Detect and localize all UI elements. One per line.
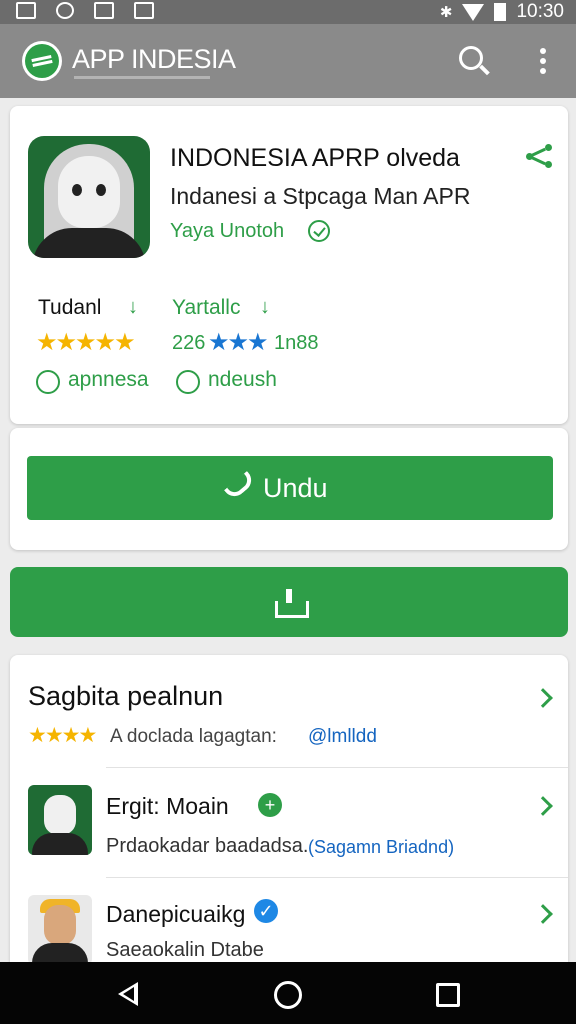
app-title: INDONESIA APRP olveda	[170, 144, 460, 172]
app-thumbnail	[28, 895, 92, 965]
app-bar-title: APP INDESIA	[72, 44, 236, 74]
stat-label: Yartallc	[172, 296, 241, 319]
share-icon[interactable]	[526, 144, 554, 168]
chevron-right-icon[interactable]	[533, 904, 553, 924]
section-title: Sagbita pealnun	[28, 681, 224, 711]
app-subtitle: Indanesi a Stpcaga Man APR	[170, 183, 471, 209]
sync-icon	[56, 2, 74, 19]
install-button[interactable]: Undu	[27, 456, 553, 520]
verified-badge-icon: ✓	[254, 899, 278, 923]
arrow-down-icon: ↓	[128, 296, 138, 318]
stat-label: Tudanl	[38, 296, 102, 319]
list-item-title: Danepicuaikg	[106, 901, 246, 927]
more-vert-icon[interactable]	[536, 48, 550, 78]
list-item-description: Prdaokadar baadadsa.	[106, 835, 309, 857]
notification-icon	[16, 2, 36, 19]
app-bar: APP INDESIA	[0, 24, 576, 98]
developer-link[interactable]: Yaya Unotoh	[170, 220, 284, 243]
download-button[interactable]	[10, 567, 568, 637]
download-notification-icon	[134, 2, 154, 19]
section-description: A doclada lagagtan:	[110, 726, 277, 747]
list-item-description: Saeaokalin Dtabe	[106, 939, 264, 961]
section-link[interactable]: @lmlldd	[308, 726, 377, 748]
battery-icon	[494, 3, 507, 21]
list-item-title: Ergit: Moain	[106, 793, 229, 819]
app-logo-icon[interactable]	[22, 41, 62, 81]
rating-stars: ★★★★	[28, 724, 97, 747]
rating-count: 1n88	[274, 332, 319, 354]
back-icon[interactable]	[118, 982, 138, 1006]
badge-label: ndeush	[208, 368, 277, 391]
divider	[106, 877, 568, 878]
recents-icon[interactable]	[436, 983, 460, 1007]
chevron-right-icon[interactable]	[533, 796, 553, 816]
status-bar: ✱ 10:30	[0, 0, 576, 24]
app-thumbnail	[28, 785, 92, 855]
arrow-down-icon: ↓	[260, 296, 270, 318]
app-bar-tagline	[74, 76, 210, 79]
check-circle-icon	[36, 370, 60, 394]
leaf-circle-icon	[176, 370, 200, 394]
list-item-link[interactable]: (Sagamn Briadnd)	[308, 837, 454, 858]
add-icon[interactable]: +	[258, 793, 282, 817]
verified-icon	[308, 220, 330, 242]
badge-label: apnnesa	[68, 368, 149, 391]
rating-stars: ★★★	[208, 329, 269, 356]
phone-icon	[223, 473, 251, 501]
status-time: 10:30	[516, 1, 564, 22]
wifi-icon	[462, 3, 485, 21]
chevron-right-icon[interactable]	[533, 688, 553, 708]
similar-apps-card: Sagbita pealnun ★★★★ A doclada lagagtan:…	[10, 655, 568, 975]
divider	[106, 767, 568, 768]
rating-count: 226	[172, 332, 206, 354]
navigation-bar	[0, 962, 576, 1024]
download-icon	[275, 589, 309, 618]
search-icon[interactable]	[459, 46, 483, 70]
bluetooth-icon: ✱	[439, 4, 453, 21]
app-icon	[28, 136, 150, 258]
app-header-card: INDONESIA APRP olveda Indanesi a Stpcaga…	[10, 106, 568, 424]
home-icon[interactable]	[274, 981, 302, 1009]
rating-stars: ★★★★★	[36, 329, 136, 356]
install-card: Undu	[10, 428, 568, 550]
image-icon	[94, 2, 114, 19]
install-button-label: Undu	[263, 473, 328, 503]
